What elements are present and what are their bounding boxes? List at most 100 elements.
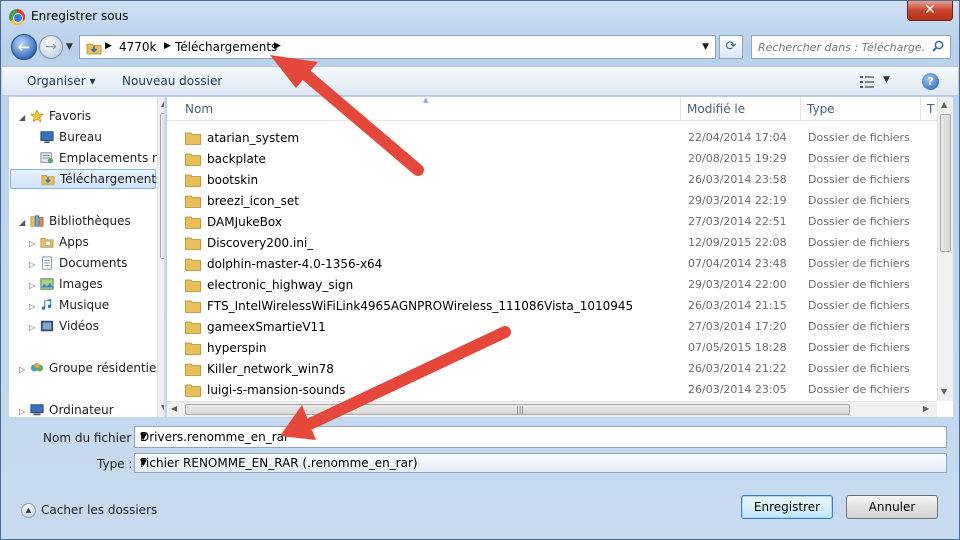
- table-row[interactable]: Discovery200.ini_ 12/09/2015 22:08 Dossier…: [167, 233, 937, 254]
- table-row[interactable]: gameexSmartieV11 27/03/2014 17:20 Dossier …: [167, 317, 937, 338]
- file-date: 12/09/2015 22:08: [688, 236, 787, 249]
- file-list-pane: ▲ Nom Modifié le Type T atarian_system 22…: [167, 96, 953, 417]
- file-list-horizontal-scrollbar[interactable]: ◀ ||| ▶: [167, 401, 937, 417]
- file-name[interactable]: bootskin: [207, 173, 258, 187]
- collapse-arrow-icon[interactable]: ◢: [19, 113, 25, 122]
- nav-scrollbar[interactable]: ▲ ▼: [157, 97, 164, 417]
- file-name[interactable]: luigi-s-mansion-sounds: [207, 383, 345, 397]
- scroll-left-icon[interactable]: ◀: [171, 404, 177, 413]
- collapse-arrow-icon[interactable]: ◢: [19, 218, 25, 227]
- file-name[interactable]: Discovery200.ini_: [207, 236, 313, 250]
- nav-scrollbar-thumb[interactable]: [160, 113, 164, 259]
- file-list-scrollbar-thumb[interactable]: [940, 114, 951, 252]
- column-header-type[interactable]: Type: [801, 97, 921, 121]
- scroll-up-icon[interactable]: ▲: [941, 100, 947, 109]
- new-folder-button[interactable]: Nouveau dossier: [122, 74, 222, 88]
- expand-arrow-icon[interactable]: ▷: [19, 407, 25, 416]
- file-name[interactable]: dolphin-master-4.0-1356-x64: [207, 257, 382, 271]
- file-date: 20/08/2015 19:29: [688, 152, 787, 165]
- table-row[interactable]: atarian_system 22/04/2014 17:04 Dossier de…: [167, 128, 937, 149]
- file-name[interactable]: breezi_icon_set: [207, 194, 299, 208]
- save-button[interactable]: Enregistrer: [741, 495, 833, 519]
- expand-arrow-icon[interactable]: ▷: [29, 323, 35, 332]
- file-name[interactable]: hyperspin: [207, 341, 266, 355]
- file-name[interactable]: FTS_IntelWirelessWiFiLink4965AGNPROWirel…: [207, 299, 633, 313]
- forward-button[interactable]: →: [39, 35, 63, 59]
- nav-item-computer[interactable]: Ordinateur: [29, 401, 153, 417]
- breadcrumb-4770k[interactable]: 4770k: [119, 40, 157, 54]
- column-header-modified[interactable]: Modifié le: [681, 97, 801, 121]
- nav-item-documents[interactable]: Documents: [39, 254, 157, 274]
- file-name[interactable]: gameexSmartieV11: [207, 320, 326, 334]
- hide-folders-label[interactable]: Cacher les dossiers: [41, 503, 157, 517]
- nav-item-desktop[interactable]: Bureau: [39, 128, 157, 148]
- table-row[interactable]: luigi-s-mansion-sounds 26/03/2014 23:05 Do…: [167, 380, 937, 398]
- nav-item-images[interactable]: Images: [39, 275, 157, 295]
- address-bar: ← → ▼ ▶ 4770k ▶ Téléchargements ▶ ▼ ⟳: [9, 33, 953, 61]
- table-row[interactable]: bootskin 26/03/2014 23:58 Dossier de fichi…: [167, 170, 937, 191]
- expand-arrow-icon[interactable]: ▷: [19, 365, 25, 374]
- horizontal-scrollbar-thumb[interactable]: |||: [185, 404, 850, 415]
- breadcrumb-separator-icon[interactable]: ▶: [274, 41, 281, 51]
- file-list-vertical-scrollbar[interactable]: ▲ ▼: [937, 97, 953, 401]
- organize-button[interactable]: Organiser ▾: [27, 74, 95, 88]
- help-icon[interactable]: ?: [922, 73, 939, 90]
- scroll-up-icon[interactable]: ▲: [161, 99, 164, 108]
- nav-item-favorites[interactable]: Favoris: [29, 107, 153, 127]
- chevron-down-icon[interactable]: ▼: [140, 458, 942, 468]
- scroll-down-icon[interactable]: ▼: [941, 387, 947, 396]
- column-header-name[interactable]: Nom: [179, 97, 681, 121]
- back-button[interactable]: ←: [11, 34, 37, 60]
- file-type-select[interactable]: Fichier RENOMME_EN_RAR (.renomme_en_rar)…: [134, 453, 947, 473]
- table-row[interactable]: backplate 20/08/2015 19:29 Dossier de fich…: [167, 149, 937, 170]
- file-type: Dossier de fichiers: [808, 299, 910, 312]
- expand-arrow-icon[interactable]: ▷: [29, 302, 35, 311]
- path-history-dropdown[interactable]: ▼: [702, 42, 709, 52]
- breadcrumb-separator-icon[interactable]: ▶: [164, 41, 171, 51]
- search-icon[interactable]: [932, 40, 944, 52]
- file-name[interactable]: Killer_network_win78: [207, 362, 334, 376]
- close-button[interactable]: ✕: [907, 1, 953, 21]
- nav-item-recent-places[interactable]: Emplacements récents: [39, 149, 164, 169]
- file-name[interactable]: electronic_highway_sign: [207, 278, 353, 292]
- nav-item-apps[interactable]: Apps: [39, 233, 157, 253]
- chevron-up-icon[interactable]: ▲: [21, 503, 36, 518]
- file-name[interactable]: DAMJukeBox: [207, 215, 282, 229]
- breadcrumb[interactable]: ▶ 4770k ▶ Téléchargements ▶ ▼: [79, 35, 716, 59]
- folder-icon: [185, 132, 201, 145]
- chevron-down-icon[interactable]: ▼: [140, 432, 942, 442]
- breadcrumb-separator-icon[interactable]: ▶: [105, 41, 112, 51]
- grip-icon: |||: [516, 405, 525, 414]
- search-box[interactable]: [751, 35, 951, 59]
- nav-item-libraries[interactable]: Bibliothèques: [29, 212, 153, 232]
- file-name[interactable]: backplate: [207, 152, 266, 166]
- refresh-button[interactable]: ⟳: [719, 35, 743, 59]
- table-row[interactable]: DAMJukeBox 27/03/2014 22:51 Dossier de fic…: [167, 212, 937, 233]
- expand-arrow-icon[interactable]: ▷: [29, 281, 35, 290]
- nav-item-music[interactable]: Musique: [39, 296, 157, 316]
- file-name[interactable]: atarian_system: [207, 131, 299, 145]
- breadcrumb-downloads[interactable]: Téléchargements: [175, 40, 277, 54]
- table-row[interactable]: dolphin-master-4.0-1356-x64 07/04/2014 23…: [167, 254, 937, 275]
- table-row[interactable]: FTS_IntelWirelessWiFiLink4965AGNPROWirel…: [167, 296, 937, 317]
- expand-arrow-icon[interactable]: ▷: [29, 239, 35, 248]
- file-date: 22/04/2014 17:04: [688, 131, 787, 144]
- table-row[interactable]: breezi_icon_set 29/03/2014 22:19 Dossier d…: [167, 191, 937, 212]
- table-row[interactable]: Killer_network_win78 26/03/2014 21:22 Doss…: [167, 359, 937, 380]
- folder-icon: [185, 237, 201, 250]
- cancel-button[interactable]: Annuler: [846, 495, 938, 519]
- table-row[interactable]: electronic_highway_sign 29/03/2014 22:00 D…: [167, 275, 937, 296]
- recent-locations-dropdown[interactable]: ▼: [66, 42, 73, 52]
- filename-field[interactable]: Drivers.renomme_en_rar ▼: [134, 426, 947, 448]
- computer-icon: [30, 404, 44, 416]
- scroll-right-icon[interactable]: ▶: [923, 404, 929, 413]
- nav-item-homegroup[interactable]: Groupe résidentiel: [29, 359, 160, 379]
- search-input[interactable]: [758, 39, 926, 55]
- scroll-down-icon[interactable]: ▼: [161, 403, 164, 412]
- nav-item-videos[interactable]: Vidéos: [39, 317, 157, 337]
- column-header-size[interactable]: T: [921, 97, 937, 121]
- table-row[interactable]: hyperspin 07/05/2015 18:28 Dossier de fich…: [167, 338, 937, 359]
- nav-item-downloads[interactable]: Téléchargements: [10, 169, 162, 189]
- view-options-button[interactable]: ▼: [859, 73, 895, 91]
- expand-arrow-icon[interactable]: ▷: [29, 260, 35, 269]
